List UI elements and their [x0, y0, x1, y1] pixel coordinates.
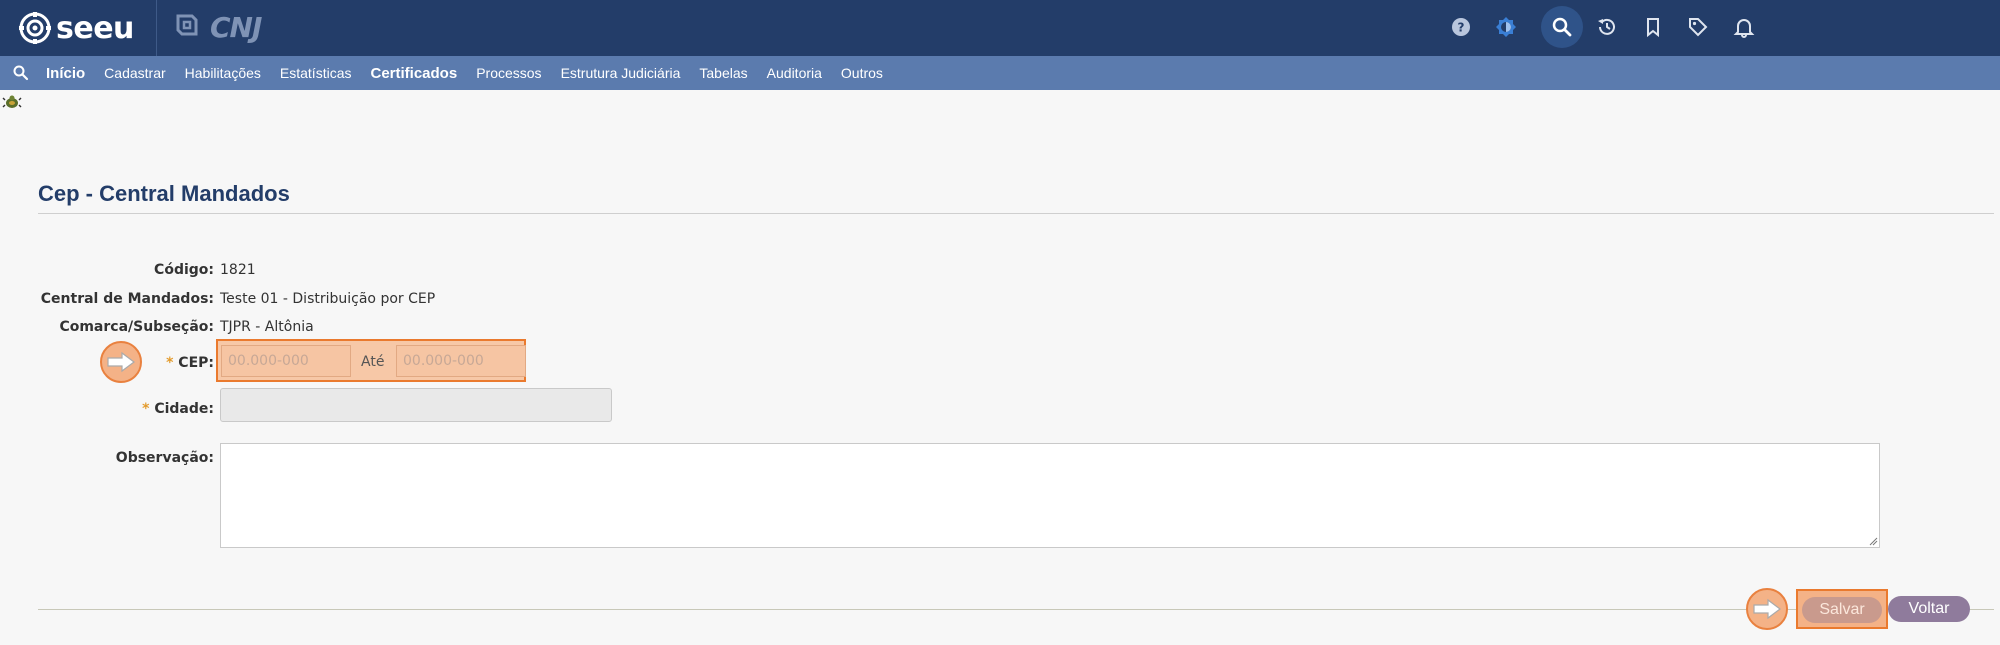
cep-label-text: CEP:	[178, 355, 214, 371]
theme-icon	[1496, 17, 1516, 37]
cidade-label-text: Cidade:	[154, 401, 214, 417]
resize-grip-icon[interactable]	[1868, 536, 1878, 546]
top-header: seeu CNJ ?	[0, 0, 2000, 56]
menu-item-inicio[interactable]: Início	[46, 65, 85, 82]
cnj-logo-icon	[176, 14, 198, 36]
history-icon	[1598, 18, 1615, 35]
search-icon	[1552, 17, 1572, 37]
tag-icon	[1689, 18, 1708, 37]
seeu-logo-icon	[19, 12, 51, 44]
tag-button[interactable]	[1677, 6, 1719, 48]
actions-divider	[38, 609, 1994, 610]
menu-item-certificados[interactable]: Certificados	[371, 65, 458, 82]
menu-item-habilitacoes[interactable]: Habilitações	[185, 65, 261, 81]
cidade-field[interactable]	[220, 388, 612, 422]
cep-label: * CEP:	[0, 355, 214, 371]
history-button[interactable]	[1586, 6, 1628, 48]
main-menu: Início Cadastrar Habilitações Estatístic…	[0, 56, 2000, 90]
bookmark-icon	[1647, 18, 1659, 38]
help-icon: ?	[1452, 18, 1470, 36]
menu-item-estatisticas[interactable]: Estatísticas	[280, 65, 352, 81]
title-divider	[38, 213, 1994, 214]
bookmark-button[interactable]	[1632, 6, 1674, 48]
codigo-value: 1821	[220, 262, 256, 278]
back-button[interactable]: Voltar	[1888, 596, 1970, 622]
help-button[interactable]: ?	[1440, 6, 1482, 48]
cidade-label: * Cidade:	[0, 401, 214, 417]
cep-range-highlight: 00.000-000 Até 00.000-000	[216, 339, 526, 382]
menu-item-estrutura-judiciaria[interactable]: Estrutura Judiciária	[561, 65, 681, 81]
comarca-label: Comarca/Subseção:	[59, 319, 214, 335]
cnj-logo[interactable]: CNJ	[172, 10, 262, 44]
central-label: Central de Mandados:	[40, 291, 214, 307]
cnj-logo-text: CNJ	[210, 10, 262, 44]
arrow-right-icon	[1753, 598, 1781, 620]
menu-item-auditoria[interactable]: Auditoria	[767, 65, 822, 81]
header-divider	[156, 0, 157, 56]
menu-item-cadastrar[interactable]: Cadastrar	[104, 65, 165, 81]
required-mark: *	[166, 355, 174, 371]
seeu-logo[interactable]: seeu	[18, 9, 134, 47]
central-value: Teste 01 - Distribuição por CEP	[220, 291, 436, 307]
page-title: Cep - Central Mandados	[38, 181, 290, 206]
bug-icon[interactable]	[2, 93, 22, 111]
bell-icon	[1733, 19, 1755, 38]
menu-item-tabelas[interactable]: Tabelas	[699, 65, 747, 81]
svg-text:?: ?	[1458, 21, 1465, 35]
codigo-label: Código:	[154, 262, 214, 278]
required-mark: *	[142, 401, 150, 417]
menu-item-processos[interactable]: Processos	[476, 65, 541, 81]
seeu-logo-text: seeu	[56, 10, 134, 46]
comarca-value: TJPR - Altônia	[220, 319, 314, 335]
menu-item-outros[interactable]: Outros	[841, 65, 883, 81]
save-arrow-indicator	[1746, 588, 1788, 630]
observacao-textarea[interactable]	[220, 443, 1880, 548]
cep-from-input[interactable]: 00.000-000	[221, 345, 351, 377]
save-highlight: Salvar	[1796, 589, 1888, 629]
observacao-label: Observação:	[115, 450, 214, 466]
search-button[interactable]	[1541, 6, 1583, 48]
save-button[interactable]: Salvar	[1802, 597, 1882, 623]
notifications-button[interactable]	[1723, 6, 1765, 48]
cep-to-input[interactable]: 00.000-000	[396, 345, 526, 377]
theme-toggle-button[interactable]	[1485, 6, 1527, 48]
menu-search-icon[interactable]	[12, 64, 30, 82]
cep-between-label: Até	[361, 354, 385, 370]
